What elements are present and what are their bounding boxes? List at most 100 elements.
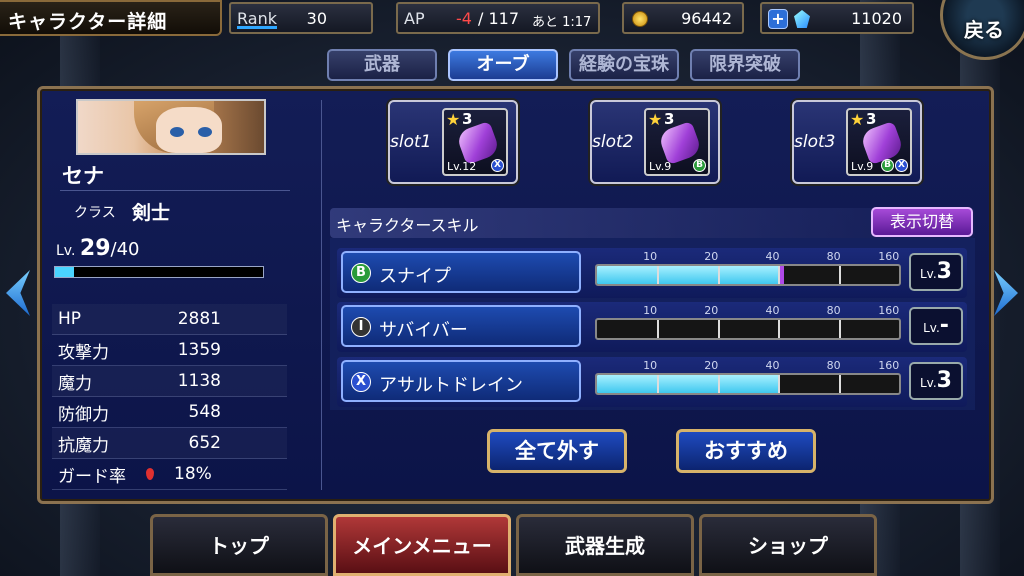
skill-progress-bar <box>595 318 901 340</box>
ap-timer: あと 1:17 <box>532 15 592 30</box>
tick-label: 160 <box>878 250 900 263</box>
tick-label: 160 <box>878 359 900 372</box>
bar-segment <box>717 375 720 393</box>
tick-label: 20 <box>704 304 719 317</box>
skill-lv: 3 <box>936 259 952 284</box>
nav-main-menu[interactable]: メインメニュー <box>333 514 511 576</box>
orb-slot-1[interactable]: slot1 ★ 3 Lv.12 X <box>388 100 518 184</box>
skill-ticks: 10 20 40 80 160 <box>595 359 901 373</box>
rank-value: 30 <box>306 9 327 28</box>
gil-value: 96442 <box>681 9 732 28</box>
exp-fill <box>55 267 74 277</box>
bar-segment <box>838 375 841 393</box>
skill-level-box: Lv.3 <box>909 362 963 400</box>
prev-character-arrow-icon[interactable] <box>6 270 30 316</box>
ap-label: AP <box>404 9 425 28</box>
bar-segment <box>717 266 720 284</box>
star-icon: ★ <box>648 110 663 129</box>
portrait-eye <box>198 127 212 137</box>
coin-icon <box>632 11 648 27</box>
bar-segment <box>657 320 660 338</box>
nav-shop[interactable]: ショップ <box>699 514 877 576</box>
stats-list: HP 2881 攻撃力 1359 魔力 1138 防御力 548 抗魔力 652 ガード率… <box>52 304 287 490</box>
bar-segment <box>657 375 660 393</box>
orb-card: ★ 3 Lv.12 X <box>442 108 508 176</box>
slot-label: slot1 <box>390 132 432 152</box>
add-gems-icon[interactable]: + <box>768 9 788 29</box>
skill-type-icon: X <box>351 372 371 392</box>
skill-lv: 3 <box>936 368 952 393</box>
bar-segment <box>778 266 781 284</box>
title-bar: キャラクター詳細 <box>0 0 222 36</box>
orb-level: Lv.9 <box>649 160 672 173</box>
tab-weapon[interactable]: 武器 <box>327 49 437 81</box>
bar-segment <box>778 375 781 393</box>
skill-row: B スナイプ 10 20 40 80 160 Lv.3 <box>337 248 967 298</box>
display-toggle-button[interactable]: 表示切替 <box>871 207 973 237</box>
skill-type-icon: I <box>351 317 371 337</box>
gil-display: 96442 <box>622 2 744 34</box>
orb-level: Lv.9 <box>851 160 874 173</box>
orb-stars: 3 <box>866 110 877 128</box>
tick-label: 40 <box>765 250 780 263</box>
remove-all-button[interactable]: 全て外す <box>487 429 627 473</box>
portrait-face <box>156 107 222 153</box>
tick-label: 20 <box>704 359 719 372</box>
tab-limit-break[interactable]: 限界突破 <box>690 49 800 81</box>
stat-label: ガード率 <box>58 466 126 487</box>
orb-slot-2[interactable]: slot2 ★ 3 Lv.9 B <box>590 100 720 184</box>
skill-row: X アサルトドレイン 10 20 40 80 160 Lv.3 <box>337 357 967 407</box>
tick-label: 80 <box>826 304 841 317</box>
stat-value: 1138 <box>177 371 221 391</box>
orb-slot-3[interactable]: slot3 ★ 3 Lv.9 B X <box>792 100 922 184</box>
ap-max: / 117 <box>478 9 520 28</box>
back-button[interactable]: 戻る <box>934 0 1024 60</box>
star-icon: ★ <box>850 110 865 129</box>
stat-row: 抗魔力 652 <box>52 428 287 459</box>
nav-weapon-craft[interactable]: 武器生成 <box>516 514 694 576</box>
gem-display[interactable]: + 11020 <box>760 2 914 34</box>
star-icon: ★ <box>446 110 461 129</box>
orb-stars: 3 <box>462 110 473 128</box>
stat-row: 攻撃力 1359 <box>52 335 287 366</box>
bar-segment <box>838 266 841 284</box>
skill-level-box: Lv.3 <box>909 253 963 291</box>
tab-exp-orb[interactable]: 経験の宝珠 <box>569 49 679 81</box>
tick-label: 10 <box>643 304 658 317</box>
stat-value: 18% <box>174 464 212 484</box>
name-divider <box>60 190 290 191</box>
skill-section-title: キャラクタースキル <box>336 216 479 235</box>
stat-row: 防御力 548 <box>52 397 287 428</box>
tick-label: 80 <box>826 250 841 263</box>
badge-b-icon: B <box>881 159 894 172</box>
slot-label: slot2 <box>592 132 634 152</box>
badge-b-icon: B <box>693 159 706 172</box>
skill-button[interactable]: X アサルトドレイン <box>341 360 581 402</box>
skill-progress-bar <box>595 373 901 395</box>
slot-label: slot3 <box>794 132 836 152</box>
skill-name: スナイプ <box>379 266 451 287</box>
character-level: Lv. 29/40 <box>56 236 140 261</box>
stat-row: ガード率 18% <box>52 459 287 490</box>
tab-orb[interactable]: オーブ <box>448 49 558 81</box>
page-title: キャラクター詳細 <box>8 11 168 33</box>
skill-ticks: 10 20 40 80 160 <box>595 250 901 264</box>
orb-stars: 3 <box>664 110 675 128</box>
orb-card: ★ 3 Lv.9 B X <box>846 108 912 176</box>
ap-current: -4 <box>456 9 472 28</box>
stat-value: 1359 <box>177 340 221 360</box>
class-value: 剣士 <box>132 202 171 224</box>
character-name: セナ <box>62 164 104 188</box>
nav-top[interactable]: トップ <box>150 514 328 576</box>
skill-button[interactable]: I サバイバー <box>341 305 581 347</box>
stat-label: HP <box>58 309 82 329</box>
skill-button[interactable]: B スナイプ <box>341 251 581 293</box>
character-portrait <box>76 99 266 155</box>
level-value: 29 <box>79 236 111 261</box>
skill-row: I サバイバー 10 20 40 80 160 Lv.- <box>337 302 967 352</box>
recommend-button[interactable]: おすすめ <box>676 429 816 473</box>
skill-lv-prefix: Lv. <box>920 376 937 390</box>
bar-segment <box>717 320 720 338</box>
badge-x-icon: X <box>491 159 504 172</box>
skill-lv-prefix: Lv. <box>923 321 940 335</box>
